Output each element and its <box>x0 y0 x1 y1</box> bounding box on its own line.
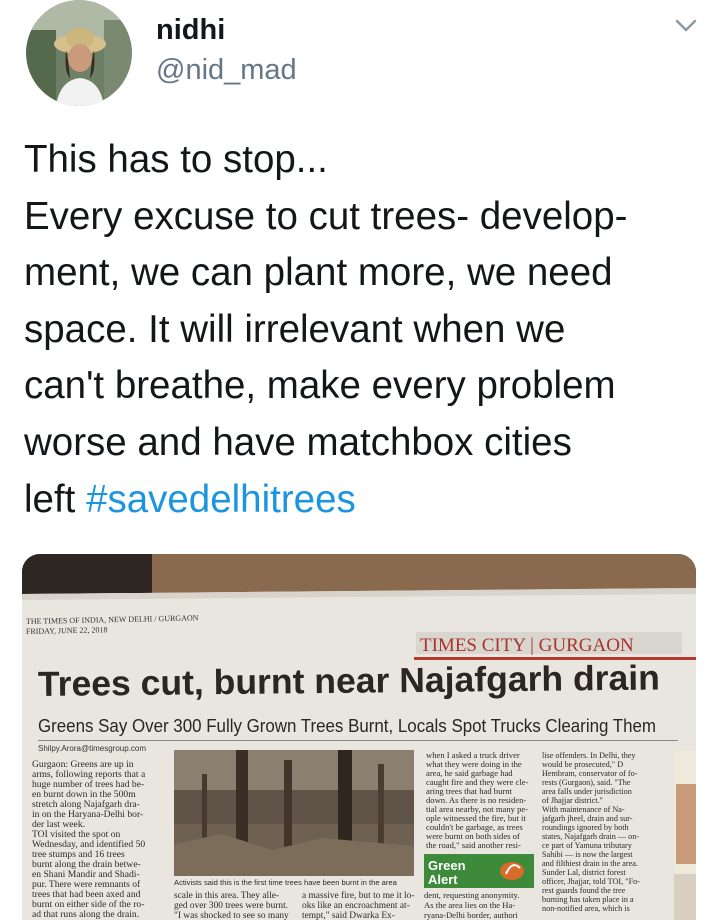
tweet-header: nidhi @nid_mad <box>0 0 720 120</box>
article-line: ce part of Yamuna tributary <box>542 841 633 850</box>
article-line: a massive fire, but to me it lo- <box>302 890 414 901</box>
article-line: non-notified area, which is <box>542 904 630 913</box>
article-line: "I was shocked to see so many <box>174 911 289 920</box>
display-name[interactable]: nidhi <box>156 14 225 47</box>
article-line: rests (Gurgaon), said. "The <box>542 778 631 787</box>
article-line: Hembram, conservator of fo- <box>542 769 638 778</box>
newspaper-photo: THE TIMES OF INDIA, NEW DELHI / GURGAON … <box>22 554 696 920</box>
section-banner: TIMES CITY | GURGAON <box>420 635 634 656</box>
article-line: Sunder Lal, district forest <box>542 868 626 877</box>
hashtag-link[interactable]: #savedelhitrees <box>86 478 356 521</box>
photo-caption: Activists said this is the first time tr… <box>174 878 398 887</box>
article-line: As the area lies on the Ha- <box>424 900 515 910</box>
tweet-line-last: left #savedelhitrees <box>24 472 700 529</box>
article-line: ad that runs along the drain. <box>32 909 139 920</box>
article-column-1: Gurgaon: Greens are up in arms, followin… <box>32 759 146 920</box>
article-line: rest guards found the tree <box>542 886 626 895</box>
article-line: lise offenders. In Delhi, they <box>542 751 636 760</box>
article-line: dent, requesting anonymity. <box>424 890 519 900</box>
article-column-4: dent, requesting anonymity. As the area … <box>424 890 519 920</box>
article-line: roundings ignored by both <box>542 823 629 832</box>
tweet-line: worse and have matchbox cities <box>24 420 572 464</box>
tweet-line: space. It will irrelevant when we <box>24 307 566 351</box>
article-column-3: when I asked a truck driver what they we… <box>426 750 528 850</box>
newspaper-headline: Trees cut, burnt near Najafgarh drain <box>38 658 660 704</box>
article-line: and filthiest drain in the area. <box>542 859 638 868</box>
badge-line-2: Alert <box>428 872 458 887</box>
burnt-trees-photo <box>174 750 414 876</box>
article-line: officer, Jhajjar, told TOI, "Fo- <box>542 877 640 886</box>
article-line: states, Najafgarh drain — on- <box>542 832 639 841</box>
article-line: would be prosecuted," D <box>542 760 623 769</box>
byline: Shilpy.Arora@timesgroup.com <box>38 744 146 753</box>
badge-line-1: Green <box>428 858 466 873</box>
article-line: area falls under jurisdiction <box>542 787 632 796</box>
tweet-line: Every excuse to cut trees- develop- <box>24 194 628 238</box>
tweet-line-prefix: left <box>24 477 87 521</box>
article-line: ged over 300 trees were burnt. <box>174 901 288 911</box>
article-line: the road," said another resi- <box>426 840 521 850</box>
tweet-line: ment, we can plant more, we need <box>24 251 613 295</box>
user-handle[interactable]: @nid_mad <box>156 54 297 87</box>
masthead-line-2: FRIDAY, JUNE 22, 2018 <box>26 625 108 636</box>
article-line: Sahibi — is now the largest <box>542 850 633 859</box>
avatar[interactable] <box>26 0 132 106</box>
article-line: burning has taken place in a <box>542 895 634 904</box>
profile-photo-icon <box>26 0 132 106</box>
tweet-text: This has to stop... Every excuse to cut … <box>24 132 700 528</box>
article-line: scale in this area. They alle- <box>174 891 279 901</box>
article-line: oks like an encroachment at- <box>302 901 410 911</box>
green-alert-badge: Green Alert <box>424 854 534 888</box>
article-line: tempt," said Dwarka Ex- <box>302 911 395 920</box>
newspaper-subhead: Greens Say Over 300 Fully Grown Trees Bu… <box>38 716 656 736</box>
tweet-media-image[interactable]: THE TIMES OF INDIA, NEW DELHI / GURGAON … <box>22 554 696 920</box>
tweet-line: This has to stop... <box>24 138 328 181</box>
article-line: ryana-Delhi border, authori <box>424 910 519 920</box>
article-line: jafgarh jheel, drain and sur- <box>541 814 633 823</box>
article-column-2: scale in this area. They alle- ged over … <box>174 891 289 920</box>
article-line: of Jhajjar district." <box>542 796 603 805</box>
chevron-down-icon[interactable] <box>674 14 698 38</box>
article-line: With maintenance of Na- <box>542 805 625 814</box>
tweet-line: can't breathe, make every problem <box>24 364 616 408</box>
